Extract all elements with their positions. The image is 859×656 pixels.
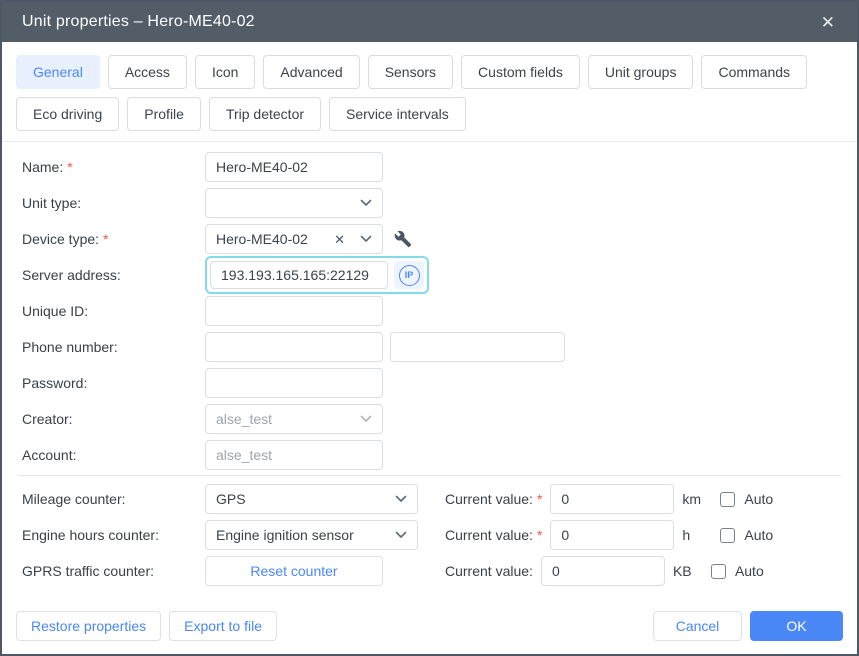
creator-row: Creator: alse_test — [22, 401, 837, 437]
gprs-current-input[interactable] — [540, 556, 665, 586]
gprs-auto-label: Auto — [734, 563, 764, 579]
password-row: Password: — [22, 365, 837, 401]
device-type-row: Device type: * Hero-ME40-02 ✕ — [22, 221, 837, 257]
chevron-down-icon — [360, 235, 372, 243]
engine-hours-auto-label: Auto — [744, 527, 774, 543]
gprs-unit: KB — [672, 563, 692, 579]
gprs-traffic-counter-row: GPRS traffic counter: Reset counter Curr… — [22, 553, 837, 589]
unique-id-input[interactable] — [205, 296, 383, 326]
gprs-auto-checkbox[interactable] — [710, 563, 726, 579]
chevron-down-icon — [360, 415, 372, 423]
creator-select: alse_test — [205, 404, 383, 434]
ip-button[interactable]: IP — [394, 261, 424, 289]
mileage-auto-label: Auto — [744, 491, 774, 507]
wrench-icon[interactable] — [394, 230, 412, 248]
divider — [18, 475, 841, 476]
gprs-traffic-counter-label: GPRS traffic counter: — [22, 563, 155, 579]
tab-custom-fields[interactable]: Custom fields — [461, 55, 580, 89]
tab-profile[interactable]: Profile — [127, 97, 201, 131]
phone-number-input-1[interactable] — [205, 332, 383, 362]
password-label: Password: — [22, 375, 88, 391]
mileage-current-input[interactable] — [550, 484, 675, 514]
phone-number-input-2[interactable] — [390, 332, 565, 362]
tab-commands[interactable]: Commands — [701, 55, 808, 89]
mileage-counter-label: Mileage counter: — [22, 491, 126, 507]
creator-value: alse_test — [216, 411, 273, 427]
engine-hours-current-input[interactable] — [550, 520, 675, 550]
chevron-down-icon — [395, 495, 407, 503]
required-mark: * — [536, 491, 543, 507]
tab-bar: General Access Icon Advanced Sensors Cus… — [2, 42, 857, 142]
device-type-select[interactable]: Hero-ME40-02 ✕ — [205, 224, 383, 254]
tab-access[interactable]: Access — [107, 55, 187, 89]
mileage-current-label: Current value: — [445, 491, 533, 507]
unit-type-row: Unit type: — [22, 185, 837, 221]
engine-hours-source-select[interactable]: Engine ignition sensor — [205, 520, 418, 550]
unit-type-label: Unit type: — [22, 195, 82, 211]
name-row: Name: * — [22, 149, 837, 185]
mileage-auto-checkbox[interactable] — [720, 491, 736, 507]
mileage-counter-row: Mileage counter: GPS Current value:* km … — [22, 481, 837, 517]
account-value: alse_test — [216, 447, 273, 463]
cancel-button[interactable]: Cancel — [653, 611, 742, 641]
mileage-unit: km — [682, 491, 702, 507]
clear-icon[interactable]: ✕ — [334, 233, 345, 246]
close-icon[interactable]: ✕ — [817, 10, 839, 35]
export-to-file-button[interactable]: Export to file — [169, 611, 277, 641]
account-row: Account: alse_test — [22, 437, 837, 473]
title-bar: Unit properties – Hero-ME40-02 ✕ — [2, 2, 857, 42]
account-field: alse_test — [205, 440, 383, 470]
required-mark: * — [536, 527, 543, 543]
counters-section: Mileage counter: GPS Current value:* km … — [2, 481, 857, 589]
general-form: Name:* Unit type: Device type:* Hero-ME4… — [2, 142, 857, 473]
tab-eco-driving[interactable]: Eco driving — [16, 97, 120, 131]
mileage-source-select[interactable]: GPS — [205, 484, 418, 514]
gprs-current-label: Current value: — [445, 563, 533, 579]
tab-unit-groups[interactable]: Unit groups — [587, 55, 694, 89]
engine-hours-auto-checkbox[interactable] — [720, 527, 736, 543]
tab-service-intervals[interactable]: Service intervals — [329, 97, 466, 131]
server-address-input[interactable] — [210, 261, 388, 289]
unique-id-row: Unique ID: — [22, 293, 837, 329]
engine-hours-counter-row: Engine hours counter: Engine ignition se… — [22, 517, 837, 553]
name-input[interactable] — [205, 152, 383, 182]
tab-sensors[interactable]: Sensors — [367, 55, 454, 89]
footer: Restore properties Export to file Cancel… — [2, 611, 857, 654]
unit-properties-dialog: Unit properties – Hero-ME40-02 ✕ General… — [0, 0, 859, 656]
engine-hours-source-value: Engine ignition sensor — [216, 527, 354, 543]
account-label: Account: — [22, 447, 77, 463]
restore-properties-button[interactable]: Restore properties — [16, 611, 162, 641]
mileage-source-value: GPS — [216, 491, 246, 507]
tab-general[interactable]: General — [16, 55, 100, 89]
reset-counter-button[interactable]: Reset counter — [205, 556, 383, 586]
unique-id-label: Unique ID: — [22, 303, 89, 319]
unit-type-select[interactable] — [205, 188, 383, 218]
engine-hours-unit: h — [682, 527, 691, 543]
engine-hours-current-label: Current value: — [445, 527, 533, 543]
server-address-row: Server address: IP — [22, 256, 837, 294]
server-address-label: Server address: — [22, 267, 121, 283]
phone-number-label: Phone number: — [22, 339, 118, 355]
creator-label: Creator: — [22, 411, 73, 427]
ok-button[interactable]: OK — [750, 611, 843, 641]
name-label: Name: — [22, 159, 64, 175]
device-type-label: Device type: — [22, 231, 100, 247]
server-address-focus-wrap: IP — [205, 256, 429, 294]
ip-icon: IP — [398, 264, 420, 286]
phone-number-row: Phone number: — [22, 329, 837, 365]
dialog-title: Unit properties – Hero-ME40-02 — [22, 13, 255, 30]
required-mark: * — [103, 231, 109, 247]
tab-trip-detector[interactable]: Trip detector — [208, 97, 322, 131]
tab-icon[interactable]: Icon — [194, 55, 256, 89]
engine-hours-counter-label: Engine hours counter: — [22, 527, 159, 543]
device-type-value: Hero-ME40-02 — [216, 231, 308, 247]
password-input[interactable] — [205, 368, 383, 398]
chevron-down-icon — [360, 199, 372, 207]
tab-advanced[interactable]: Advanced — [263, 55, 360, 89]
chevron-down-icon — [395, 531, 407, 539]
required-mark: * — [67, 159, 73, 175]
